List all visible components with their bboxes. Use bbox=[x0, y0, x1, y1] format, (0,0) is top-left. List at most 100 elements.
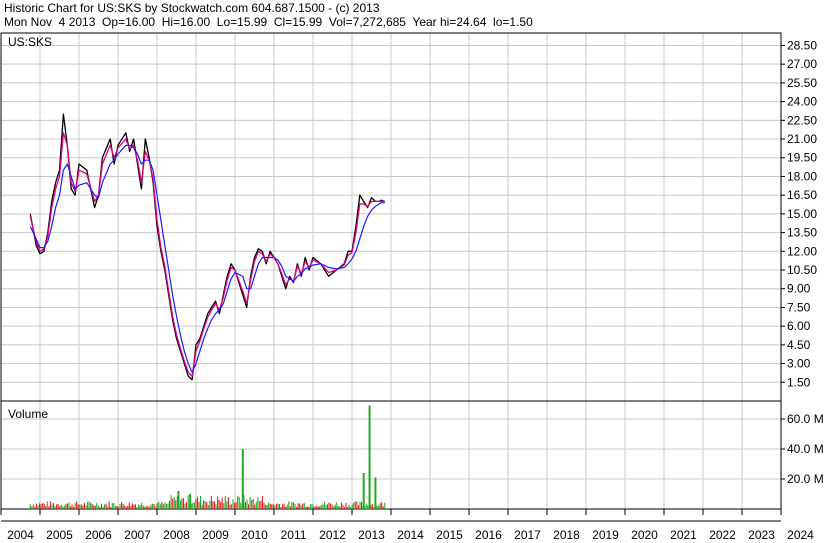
volume-bar bbox=[192, 503, 194, 509]
volume-bar bbox=[223, 503, 225, 509]
volume-bar bbox=[38, 503, 41, 509]
volume-bar bbox=[266, 505, 268, 509]
volume-bar bbox=[353, 502, 355, 509]
x-tick-label: 2010 bbox=[241, 528, 268, 542]
volume-bar bbox=[37, 505, 39, 509]
volume-bar bbox=[247, 504, 250, 509]
volume-bar bbox=[373, 507, 375, 509]
volume-bar bbox=[152, 503, 154, 509]
volume-bar bbox=[193, 502, 195, 509]
volume-bar bbox=[56, 504, 58, 509]
volume-bar-spike bbox=[362, 473, 365, 509]
volume-bar bbox=[198, 501, 200, 509]
volume-bar bbox=[342, 504, 344, 509]
volume-panel-label: Volume bbox=[8, 407, 48, 421]
volume-bar bbox=[238, 497, 240, 509]
x-tick-label: 2011 bbox=[281, 528, 307, 542]
volume-bar bbox=[280, 507, 282, 509]
volume-bar bbox=[275, 503, 277, 509]
x-tick-label: 2023 bbox=[748, 528, 775, 542]
volume-bar bbox=[139, 505, 141, 509]
volume-bar bbox=[289, 506, 291, 509]
volume-bar bbox=[153, 503, 155, 509]
series-price-line bbox=[29, 113, 386, 381]
volume-bar bbox=[127, 505, 129, 509]
x-tick-label: 2018 bbox=[553, 528, 580, 542]
volume-bar bbox=[83, 502, 85, 509]
volume-bar bbox=[110, 506, 112, 509]
volume-bar bbox=[278, 504, 281, 509]
volume-bar-spike bbox=[368, 405, 371, 509]
volume-bar bbox=[117, 506, 120, 509]
volume-bar bbox=[102, 506, 104, 509]
volume-bar bbox=[269, 503, 271, 509]
volume-bar bbox=[138, 504, 140, 509]
volume-bar bbox=[69, 506, 72, 509]
volume-bar bbox=[317, 506, 319, 509]
volume-bar bbox=[113, 503, 115, 509]
volume-bar bbox=[76, 501, 78, 509]
volume-bar bbox=[251, 499, 253, 509]
volume-bar bbox=[328, 502, 330, 509]
volume-bar bbox=[131, 503, 133, 509]
volume-bar bbox=[215, 504, 217, 509]
x-tick-label: 2004 bbox=[7, 528, 34, 542]
volume-bar bbox=[167, 503, 169, 509]
volume-bar bbox=[196, 496, 198, 509]
price-panel-label: US:SKS bbox=[8, 35, 52, 49]
volume-bar bbox=[111, 502, 113, 509]
volume-bar bbox=[49, 501, 51, 509]
volume-bar bbox=[45, 506, 47, 509]
volume-bar bbox=[94, 505, 96, 509]
volume-bar bbox=[365, 503, 367, 509]
volume-bar bbox=[158, 501, 160, 509]
volume-bar bbox=[240, 502, 242, 509]
price-y-tick-label: 16.50 bbox=[787, 188, 817, 202]
volume-bar bbox=[313, 506, 315, 509]
x-tick-label: 2012 bbox=[319, 528, 346, 542]
volume-bar bbox=[347, 506, 349, 509]
volume-bar bbox=[86, 501, 89, 509]
volume-bar bbox=[156, 503, 158, 509]
x-tick-label: 2017 bbox=[514, 528, 541, 542]
volume-bar bbox=[336, 502, 338, 509]
volume-bar bbox=[79, 504, 81, 509]
volume-bar bbox=[212, 501, 214, 509]
volume-bar bbox=[350, 507, 352, 509]
volume-bar bbox=[32, 504, 34, 509]
volume-bar bbox=[249, 496, 251, 509]
x-tick-label: 2015 bbox=[436, 528, 463, 542]
volume-bar bbox=[199, 495, 202, 509]
volume-bar bbox=[125, 506, 127, 509]
volume-bar bbox=[218, 499, 220, 509]
volume-bar bbox=[285, 506, 287, 509]
volume-bar bbox=[258, 500, 260, 509]
volume-bar bbox=[35, 503, 37, 509]
volume-bar bbox=[93, 505, 95, 509]
volume-bar bbox=[227, 496, 229, 509]
x-tick-label: 2008 bbox=[163, 528, 190, 542]
volume-bar bbox=[82, 505, 84, 509]
volume-bar bbox=[339, 506, 341, 509]
volume-bar bbox=[384, 502, 386, 509]
volume-bar bbox=[90, 502, 92, 509]
volume-bar bbox=[186, 502, 188, 509]
volume-bar bbox=[271, 504, 273, 509]
volume-bar bbox=[142, 505, 144, 509]
volume-bar bbox=[68, 502, 70, 509]
price-y-tick-label: 18.00 bbox=[787, 169, 817, 183]
price-y-tick-label: 6.00 bbox=[787, 319, 811, 333]
price-panel-grid bbox=[0, 33, 782, 401]
x-tick-label: 2019 bbox=[592, 528, 619, 542]
volume-bar bbox=[159, 504, 161, 509]
volume-bar bbox=[59, 506, 61, 509]
x-tick-label: 2024 bbox=[787, 528, 814, 542]
volume-bar bbox=[99, 507, 101, 509]
volume-bar bbox=[147, 506, 149, 509]
volume-bar bbox=[141, 502, 143, 509]
price-y-tick-label: 28.50 bbox=[787, 38, 817, 52]
price-y-tick-label: 1.50 bbox=[787, 375, 811, 389]
volume-bar bbox=[305, 507, 307, 509]
volume-bar bbox=[345, 502, 347, 509]
volume-bar bbox=[306, 506, 308, 509]
